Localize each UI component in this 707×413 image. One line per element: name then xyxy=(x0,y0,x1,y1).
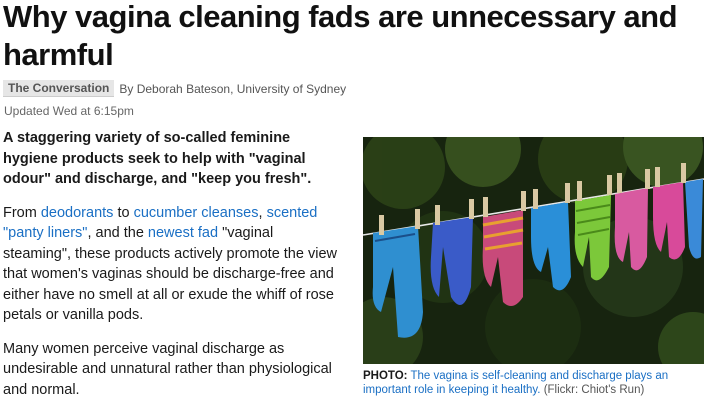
source-badge[interactable]: The Conversation xyxy=(3,80,115,97)
link-deodorants[interactable]: deodorants xyxy=(41,205,114,221)
text-run: , xyxy=(258,204,267,221)
article-lede: A staggering variety of so-called femini… xyxy=(3,130,312,187)
caption-credit: (Flickr: Chiot's Run) xyxy=(543,384,645,396)
link-newest-fad[interactable]: newest fad xyxy=(148,225,218,241)
text-run: From xyxy=(3,204,41,221)
article-paragraph-2: Many women perceive vaginal discharge as… xyxy=(3,340,332,398)
byline: The Conversation By Deborah Bateson, Uni… xyxy=(3,80,346,97)
photo-caption: PHOTO: The vagina is self-cleaning and d… xyxy=(363,369,704,397)
author-credit: By Deborah Bateson, University of Sydney xyxy=(119,81,347,96)
photo-underwear-clothesline[interactable] xyxy=(363,137,704,364)
updated-timestamp: Updated Wed at 6:15pm xyxy=(4,104,134,118)
caption-label: PHOTO: xyxy=(363,370,408,382)
link-cucumber-cleanses[interactable]: cucumber cleanses xyxy=(134,205,259,221)
text-run: , and the xyxy=(87,225,148,241)
photo-figure: PHOTO: The vagina is self-cleaning and d… xyxy=(363,137,704,397)
text-run: to xyxy=(113,204,134,221)
article-headline: Why vagina cleaning fads are unnecessary… xyxy=(3,0,678,72)
article-paragraph-1: From deodorants to cucumber cleanses, sc… xyxy=(3,203,343,326)
article-body: A staggering variety of so-called femini… xyxy=(3,128,343,413)
